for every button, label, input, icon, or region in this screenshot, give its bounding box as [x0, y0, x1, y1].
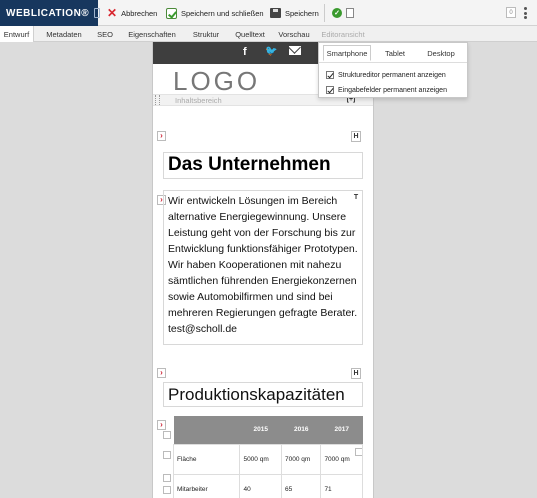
tab-editoransicht[interactable]: Editoransicht [320, 26, 366, 42]
page-heading[interactable]: Das Unternehmen [163, 152, 363, 179]
brand-text: WEBLICATION® [6, 7, 90, 19]
table-cell[interactable]: 71 [320, 473, 363, 498]
device-tabs: Smartphone Tablet Desktop [319, 43, 467, 63]
view-dropdown: Smartphone Tablet Desktop Struktureditor… [318, 42, 468, 98]
table-cell[interactable]: 5000 qm [239, 443, 282, 475]
table-header-cell [173, 416, 240, 444]
drag-handle-icon[interactable] [155, 95, 160, 105]
table-cell[interactable]: Mitarbeiter [172, 473, 241, 498]
element-handle-icon[interactable]: › [157, 420, 166, 430]
tab-seo[interactable]: SEO [94, 26, 116, 42]
heading-type-icon[interactable]: H [351, 131, 361, 142]
top-toolbar: WEBLICATION® ✕ Abbrechen Speichern und s… [0, 0, 537, 26]
row-control-icon[interactable] [163, 474, 171, 482]
option-label: Eingabefelder permanent anzeigen [338, 86, 447, 94]
capacity-table[interactable]: 2015 2016 2017 Fläche 5000 qm 7000 qm 70… [172, 416, 363, 498]
device-tab-smartphone[interactable]: Smartphone [323, 45, 371, 61]
close-icon: ✕ [107, 6, 118, 20]
menu-icon[interactable] [94, 8, 101, 18]
cancel-button[interactable]: ✕ Abbrechen [107, 0, 157, 26]
facebook-icon[interactable]: f [243, 46, 247, 58]
table-header-cell: 2016 [281, 416, 321, 444]
paragraph-text[interactable]: Wir entwickeln Lösungen im Bereich alter… [163, 190, 363, 345]
save-label: Speichern [285, 8, 319, 18]
tab-bar: Entwurf Metadaten SEO Eigenschaften Stru… [0, 26, 537, 42]
save-button[interactable]: Speichern [270, 0, 319, 26]
tab-vorschau[interactable]: Vorschau [276, 26, 312, 42]
toolbar-divider [324, 4, 325, 22]
check-status-button[interactable]: ✓ [332, 0, 354, 26]
table-cell[interactable]: 65 [280, 473, 322, 498]
tab-eigenschaften[interactable]: Eigenschaften [124, 26, 180, 42]
row-control-icon[interactable] [163, 451, 171, 459]
element-handle-icon[interactable]: › [157, 131, 166, 141]
tab-metadaten[interactable]: Metadaten [42, 26, 86, 42]
table-cell[interactable]: 7000 qm [320, 443, 363, 475]
row-control-icon[interactable] [163, 431, 171, 439]
table-header-cell: 2017 [320, 416, 363, 444]
device-tab-desktop[interactable]: Desktop [419, 45, 463, 61]
device-tab-tablet[interactable]: Tablet [375, 45, 415, 61]
tab-struktur[interactable]: Struktur [188, 26, 224, 42]
table-row: Mitarbeiter 40 65 71 [172, 473, 363, 498]
cancel-label: Abbrechen [121, 8, 158, 18]
heading-type-icon[interactable]: H [351, 368, 361, 379]
save-close-icon [166, 7, 177, 19]
table-cell[interactable]: 7000 qm [280, 443, 322, 475]
brand-logo[interactable]: WEBLICATION® [0, 0, 101, 26]
disk-icon [270, 8, 281, 18]
page-icon[interactable] [346, 8, 354, 18]
page-canvas: f 🐦 LOGO Inhaltsbereich [+] › H Das Unte… [152, 42, 374, 498]
tab-entwurf[interactable]: Entwurf [0, 26, 34, 42]
check-icon: ✓ [332, 8, 342, 18]
save-and-close-button[interactable]: Speichern und schließen [166, 0, 264, 26]
row-control-icon[interactable] [163, 486, 171, 494]
checkbox-checked-icon[interactable] [326, 71, 334, 79]
element-handle-icon[interactable]: › [157, 368, 166, 378]
option-label: Struktureditor permanent anzeigen [338, 71, 446, 79]
table-header-row: 2015 2016 2017 [173, 416, 363, 444]
table-header-cell: 2015 [239, 416, 282, 444]
save-close-label: Speichern und schließen [181, 8, 264, 18]
section-heading[interactable]: Produktionskapazitäten [163, 382, 363, 407]
site-logo: LOGO [173, 66, 261, 96]
table-cell[interactable]: Fläche [172, 443, 241, 475]
twitter-icon[interactable]: 🐦 [265, 46, 277, 57]
table-cell[interactable]: 40 [239, 473, 282, 498]
mail-icon[interactable] [289, 46, 301, 55]
content-area-label: Inhaltsbereich [175, 96, 222, 105]
more-options-icon[interactable] [523, 7, 527, 19]
checkbox-checked-icon[interactable] [326, 86, 334, 94]
tab-quelltext[interactable]: Quelltext [232, 26, 268, 42]
table-row: Fläche 5000 qm 7000 qm 7000 qm [172, 443, 363, 475]
option-input-fields[interactable]: Eingabefelder permanent anzeigen [326, 84, 447, 96]
counter-badge[interactable]: 0 [506, 7, 516, 18]
option-structure-editor[interactable]: Struktureditor permanent anzeigen [326, 69, 446, 81]
